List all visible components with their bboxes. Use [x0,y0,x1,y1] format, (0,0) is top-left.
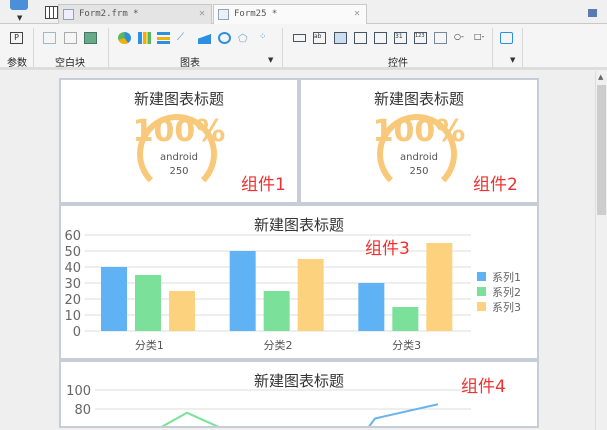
component-label: 组件2 [473,175,518,195]
scatter-icon[interactable]: ⁘ [259,32,272,44]
divider [108,28,109,68]
x-tick-label: 分类2 [264,338,293,352]
form-icon [218,9,229,20]
search-icon[interactable] [10,0,28,10]
y-tick-label: 60 [64,229,81,244]
series-line [161,411,219,426]
table-widget-icon[interactable] [434,32,447,44]
form-icon [63,9,74,20]
bar [135,275,161,331]
close-icon[interactable]: ✕ [199,8,205,19]
chart-title: 新建图表标题 [373,90,464,108]
bar [392,307,419,331]
bar [101,267,127,331]
divider [33,28,34,68]
radar-icon[interactable]: ⬠ [238,32,251,45]
vertical-scrollbar[interactable]: ▲ [595,71,607,430]
tab-label: Form2.frm * [79,9,139,19]
gauge-value: 100% [132,114,226,149]
panel-widget-icon[interactable] [374,32,387,44]
legend-label: 系列2 [492,285,521,299]
area-chart-icon[interactable] [198,32,211,44]
bar-chart-icon[interactable] [138,32,151,44]
gauge-panel-2[interactable]: 新建图表标题 100% android 250 组件2 [299,78,539,204]
gauge-value: 100% [372,114,466,149]
label-widget-icon[interactable]: ab [313,32,326,44]
group-label: 图表 [180,58,200,69]
component-label: 组件1 [241,175,286,195]
tab-bar: ▼ Form2.frm * ✕ Form25 * ✕ [0,0,607,25]
y-tick-label: 0 [73,325,81,340]
bar-chart-panel[interactable]: 新建图表标题 0 10 20 30 40 50 60 分类1 分类2 分类3 系列1 系列2 系列3 组… [59,204,539,360]
tab-list-icon[interactable] [588,9,597,17]
group-label: 空白块 [55,58,85,69]
textbox-widget-icon[interactable] [334,32,347,44]
gauge-category: android [400,152,438,163]
gauge-panel-1[interactable]: 新建图表标题 100% android 250 组件1 [59,78,299,204]
blank-block-icon[interactable] [43,32,56,44]
legend-swatch [477,287,486,296]
tab-label: Form25 * [234,9,278,19]
blank-block-icon[interactable] [64,32,77,44]
bar [297,259,324,331]
y-tick-label: 20 [64,293,81,308]
preview-icon[interactable] [500,32,513,44]
date-widget-icon[interactable]: 31 [394,32,407,44]
y-tick-label: 50 [64,245,81,260]
bar [169,291,195,331]
gauge-icon[interactable] [218,32,231,44]
bar-chart: 0102030405060 分类1 分类2 分类3 系列1系列2系列3 [64,229,521,352]
legend-swatch [477,302,486,311]
legend-swatch [477,272,486,281]
y-tick-label: 100 [66,384,91,399]
chart-title: 新建图表标题 [133,90,224,108]
number-widget-icon[interactable]: 123 [414,32,427,44]
tab-block-icon[interactable] [84,32,97,44]
parameter-icon[interactable]: P [10,32,23,44]
tab-form2[interactable]: Form2.frm * ✕ [58,4,212,24]
scrollbar-thumb[interactable] [597,85,606,215]
radio-widget-icon[interactable]: ○- [454,32,467,44]
component-label: 组件4 [461,377,506,397]
widget-expand-icon[interactable]: ▼ [510,56,515,64]
bar [229,251,256,331]
line-chart-icon[interactable]: ⟋ [177,32,190,44]
component-label: 组件3 [365,239,410,259]
y-tick-label: 30 [64,277,81,292]
horizontal-bar-icon[interactable] [157,32,170,44]
bar [426,243,453,331]
x-tick-label: 分类3 [392,338,421,352]
combobox-widget-icon[interactable] [354,32,367,44]
x-tick-label: 分类1 [135,338,164,352]
divider [492,28,493,68]
pie-chart-icon[interactable] [118,32,131,44]
legend-label: 系列1 [492,270,521,284]
ribbon: P 参数 空白块 ⟋ ⬠ ⁘ 图表 ▼ ab 31 123 ○- □- 控件 ▼ [0,24,607,70]
y-tick-label: 40 [64,261,81,276]
tab-form25[interactable]: Form25 * ✕ [213,4,367,25]
y-tick-label: 80 [74,403,91,418]
group-label: 参数 [7,58,27,69]
scroll-up-icon[interactable]: ▲ [598,73,603,81]
gauge-category: android [160,152,198,163]
line-chart-panel[interactable]: 新建图表标题 100 80 组件4 [59,360,539,428]
divider [522,28,523,68]
bar [358,283,385,331]
y-tick-label: 10 [64,309,81,324]
series-line [368,403,439,426]
close-icon[interactable]: ✕ [354,8,360,19]
legend-label: 系列3 [492,300,521,314]
group-label: 控件 [388,58,408,69]
chart-expand-icon[interactable]: ▼ [268,56,273,64]
divider [282,28,283,68]
button-widget-icon[interactable] [293,34,306,42]
bar [263,291,290,331]
dropdown-icon[interactable]: ▼ [17,14,22,22]
new-form-icon[interactable] [45,6,58,19]
checkbox-widget-icon[interactable]: □- [474,32,487,44]
